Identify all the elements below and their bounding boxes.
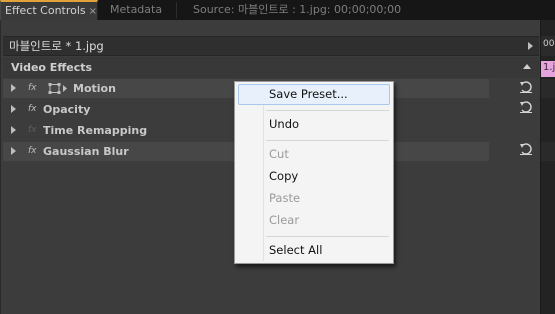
effect-label: Time Remapping [43, 124, 148, 137]
fx-toggle-icon: fx [28, 125, 37, 135]
menu-item-save-preset[interactable]: Save Preset... [238, 84, 390, 105]
tab-source-label: Source: 마블인트로 : 1.jpg: 00;00;00;00 [193, 3, 402, 16]
clip-name: 마블인트로 * 1.jpg [9, 39, 104, 53]
effect-label: Motion [73, 82, 116, 95]
fx-toggle-icon[interactable]: fx [28, 142, 37, 161]
menu-item-undo[interactable]: Undo [238, 114, 390, 135]
timeline-clip[interactable]: 1.jpg [541, 61, 555, 77]
expand-arrow-icon[interactable] [11, 105, 16, 113]
tab-effect-controls-label: Effect Controls [5, 4, 86, 17]
tab-metadata-label: Metadata [110, 3, 163, 16]
timeline-ruler[interactable]: 00;00 [541, 36, 555, 56]
menu-item-cut: Cut [269, 147, 289, 161]
timeline-clip-label: 1.jpg [543, 62, 555, 73]
reset-icon[interactable] [519, 100, 533, 114]
effect-label: Gaussian Blur [43, 145, 129, 158]
timeline-row [541, 79, 555, 98]
menu-item-select-all[interactable]: Select All [238, 240, 390, 261]
tab-effect-controls[interactable]: Effect Controls × [0, 0, 98, 20]
expand-arrow-icon[interactable] [11, 147, 16, 155]
collapse-up-icon[interactable] [523, 64, 531, 69]
menu-item-paste: Paste [269, 191, 301, 205]
tab-metadata[interactable]: Metadata [110, 0, 170, 20]
menu-separator [266, 236, 389, 237]
timeline-ruler-label: 00;00 [543, 39, 555, 49]
timeline-row [541, 142, 555, 161]
reset-icon[interactable] [519, 142, 533, 156]
menu-separator [266, 110, 389, 111]
menu-item-copy[interactable]: Copy [238, 166, 390, 187]
context-menu: Save Preset... Undo Cut Copy Paste Clear… [234, 81, 394, 264]
expand-arrow-icon[interactable] [11, 84, 16, 92]
section-title: Video Effects [11, 61, 93, 74]
expand-arrow-icon[interactable] [11, 126, 16, 134]
clip-header: 마블인트로 * 1.jpg [3, 36, 539, 56]
panel-tab-bar: Effect Controls × Metadata Source: 마블인트로 … [0, 0, 555, 20]
menu-item-clear: Clear [269, 213, 300, 227]
menu-separator [266, 140, 389, 141]
effect-timeline[interactable]: 00;00 1.jpg [540, 20, 555, 314]
tab-source[interactable]: Source: 마블인트로 : 1.jpg: 00;00;00;00 [193, 0, 413, 20]
effect-label: Opacity [43, 103, 91, 116]
tab-divider [176, 2, 177, 18]
fx-toggle-icon[interactable]: fx [28, 79, 37, 98]
show-timeline-arrow-icon[interactable] [528, 42, 533, 50]
transform-box-icon[interactable] [48, 83, 68, 94]
tab-close-icon[interactable]: × [89, 6, 97, 17]
reset-icon[interactable] [519, 80, 533, 94]
video-effects-header: Video Effects [3, 57, 539, 78]
fx-toggle-icon[interactable]: fx [28, 100, 37, 119]
